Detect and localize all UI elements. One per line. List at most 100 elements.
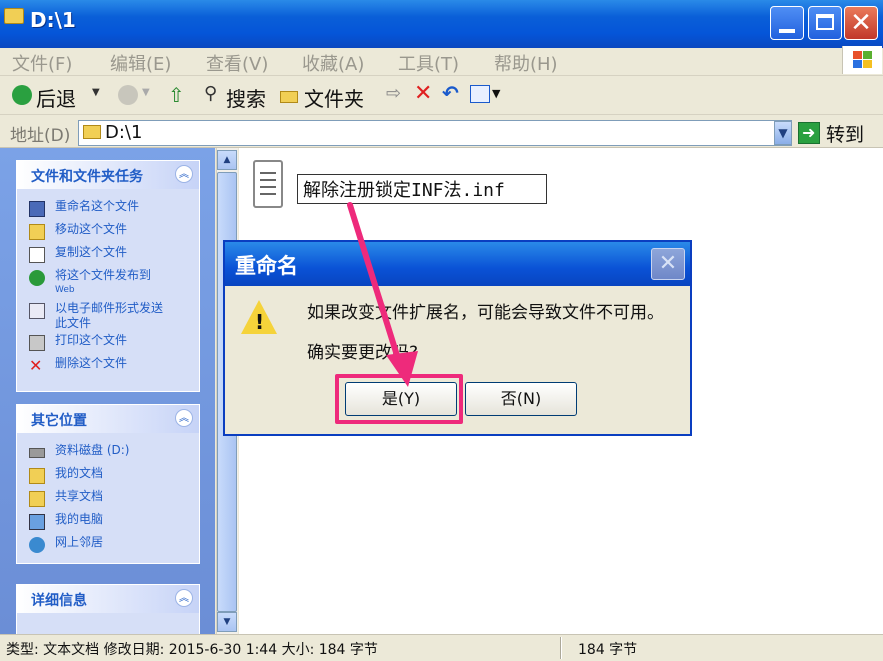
place-label: 我的电脑 bbox=[55, 512, 104, 526]
panel-header[interactable]: 文件和文件夹任务 ︽ bbox=[17, 161, 199, 189]
task-label: 移动这个文件 bbox=[55, 222, 128, 236]
scroll-down-icon[interactable]: ▼ bbox=[217, 612, 237, 632]
panel-header[interactable]: 详细信息 ︽ bbox=[17, 585, 199, 613]
back-label: 后退 bbox=[36, 87, 76, 111]
menu-help[interactable]: 帮助(H) bbox=[494, 50, 558, 76]
task-rename[interactable]: 重命名这个文件 bbox=[29, 199, 199, 221]
up-folder-icon[interactable]: ⇧ bbox=[168, 83, 185, 107]
maximize-icon bbox=[816, 14, 834, 30]
forward-arrow-icon[interactable] bbox=[118, 85, 138, 105]
no-button[interactable]: 否(N) bbox=[465, 382, 577, 416]
task-publish-web[interactable]: 将这个文件发布到 Web bbox=[29, 268, 199, 302]
undo-icon[interactable]: ↶ bbox=[442, 81, 459, 105]
menu-favorites[interactable]: 收藏(A) bbox=[302, 50, 364, 76]
menu-tools[interactable]: 工具(T) bbox=[398, 50, 459, 76]
my-documents-icon bbox=[29, 468, 45, 484]
folder-icon bbox=[83, 125, 101, 139]
dialog-close-button[interactable]: ✕ bbox=[651, 248, 685, 280]
print-icon bbox=[29, 335, 45, 351]
search-button[interactable]: ⚲ 搜索 bbox=[204, 79, 274, 111]
window-title: D:\1 bbox=[30, 8, 76, 32]
scroll-up-icon[interactable]: ▲ bbox=[217, 150, 237, 170]
dialog-title-bar[interactable]: 重命名 ✕ bbox=[225, 242, 690, 286]
status-size: 184 字节 bbox=[578, 642, 638, 658]
place-drive-d[interactable]: 资料磁盘 (D:) bbox=[29, 443, 199, 465]
panel-header[interactable]: 其它位置 ︽ bbox=[17, 405, 199, 433]
collapse-icon[interactable]: ︽ bbox=[175, 165, 193, 183]
menu-bar: 文件(F) 编辑(E) 查看(V) 收藏(A) 工具(T) 帮助(H) bbox=[0, 48, 883, 76]
network-icon bbox=[29, 537, 45, 553]
place-label: 资料磁盘 (D:) bbox=[55, 443, 130, 457]
collapse-icon[interactable]: ︽ bbox=[175, 589, 193, 607]
address-value: D:\1 bbox=[105, 122, 143, 143]
panel-title: 文件和文件夹任务 bbox=[31, 169, 143, 185]
task-email[interactable]: 以电子邮件形式发送 此文件 bbox=[29, 301, 199, 335]
address-input[interactable]: D:\1 bbox=[78, 120, 792, 146]
menu-view[interactable]: 查看(V) bbox=[206, 50, 268, 76]
task-label-line2: 此文件 bbox=[55, 316, 92, 330]
move-to-icon[interactable]: ⇨ bbox=[386, 83, 401, 104]
annotation-arrow bbox=[347, 202, 418, 387]
place-my-computer[interactable]: 我的电脑 bbox=[29, 512, 199, 534]
folder-icon bbox=[280, 91, 298, 103]
copy-icon bbox=[29, 247, 45, 263]
file-tasks-panel: 文件和文件夹任务 ︽ 重命名这个文件 移动这个文件 复制这个文件 将这个文件发布… bbox=[16, 160, 200, 392]
place-network[interactable]: 网上邻居 bbox=[29, 535, 199, 557]
forward-dropdown-icon[interactable]: ▼ bbox=[142, 87, 150, 98]
menu-file[interactable]: 文件(F) bbox=[12, 50, 72, 76]
back-dropdown-icon[interactable]: ▼ bbox=[92, 87, 100, 98]
folders-label: 文件夹 bbox=[304, 87, 364, 111]
address-dropdown-icon[interactable]: ▼ bbox=[774, 121, 792, 145]
text-file-icon bbox=[253, 160, 283, 208]
delete-icon: ✕ bbox=[29, 356, 43, 375]
warning-exclamation: ! bbox=[255, 310, 265, 334]
close-icon: ✕ bbox=[850, 8, 872, 38]
search-icon: ⚲ bbox=[204, 83, 218, 104]
email-icon bbox=[29, 303, 45, 319]
move-icon bbox=[29, 224, 45, 240]
place-label: 我的文档 bbox=[55, 466, 104, 480]
folder-icon bbox=[4, 8, 24, 24]
panel-title: 详细信息 bbox=[31, 593, 87, 609]
views-dropdown-icon[interactable]: ▼ bbox=[492, 87, 500, 100]
place-label: 共享文档 bbox=[55, 489, 104, 503]
go-arrow-icon: ➜ bbox=[798, 122, 820, 144]
other-places-panel: 其它位置 ︽ 资料磁盘 (D:) 我的文档 共享文档 我的电脑 网上邻居 bbox=[16, 404, 200, 564]
back-button[interactable]: 后退 bbox=[10, 79, 102, 111]
address-label: 地址(D) bbox=[10, 126, 71, 146]
go-button[interactable]: ➜ 转到 bbox=[796, 120, 880, 146]
status-details: 类型: 文本文档 修改日期: 2015-6-30 1:44 大小: 184 字节 bbox=[6, 642, 378, 658]
place-my-documents[interactable]: 我的文档 bbox=[29, 466, 199, 488]
task-delete[interactable]: ✕ 删除这个文件 bbox=[29, 356, 199, 378]
place-shared-docs[interactable]: 共享文档 bbox=[29, 489, 199, 511]
search-label: 搜索 bbox=[226, 87, 266, 111]
arrow-head bbox=[386, 351, 418, 387]
delete-icon[interactable]: ✕ bbox=[414, 81, 432, 106]
task-copy[interactable]: 复制这个文件 bbox=[29, 245, 199, 267]
minimize-icon bbox=[779, 29, 795, 33]
folders-button[interactable]: 文件夹 bbox=[280, 79, 372, 111]
maximize-button[interactable] bbox=[808, 6, 842, 40]
rename-dialog: 重命名 ✕ ! 如果改变文件扩展名，可能会导致文件不可用。 确实要更改吗? 是(… bbox=[223, 240, 692, 436]
dialog-title: 重命名 bbox=[235, 254, 298, 278]
arrow-shaft bbox=[347, 202, 403, 368]
task-label: 重命名这个文件 bbox=[55, 199, 140, 213]
minimize-button[interactable] bbox=[770, 6, 804, 40]
views-icon[interactable] bbox=[470, 85, 490, 103]
place-label: 网上邻居 bbox=[55, 535, 104, 549]
close-icon: ✕ bbox=[658, 251, 678, 276]
title-bar[interactable]: D:\1 ✕ bbox=[0, 0, 883, 48]
go-label: 转到 bbox=[826, 124, 865, 146]
task-label: 复制这个文件 bbox=[55, 245, 128, 259]
close-button[interactable]: ✕ bbox=[844, 6, 878, 40]
collapse-icon[interactable]: ︽ bbox=[175, 409, 193, 427]
toolbar: 后退 ▼ ▼ ⇧ ⚲ 搜索 文件夹 ⇨ ✕ ↶ ▼ bbox=[0, 77, 883, 115]
task-print[interactable]: 打印这个文件 bbox=[29, 333, 199, 355]
shared-folder-icon bbox=[29, 491, 45, 507]
task-label: 将这个文件发布到 bbox=[55, 268, 152, 282]
menu-edit[interactable]: 编辑(E) bbox=[110, 50, 171, 76]
rename-icon bbox=[29, 201, 45, 217]
back-arrow-icon bbox=[12, 85, 32, 105]
panel-title: 其它位置 bbox=[31, 413, 87, 429]
task-move[interactable]: 移动这个文件 bbox=[29, 222, 199, 244]
